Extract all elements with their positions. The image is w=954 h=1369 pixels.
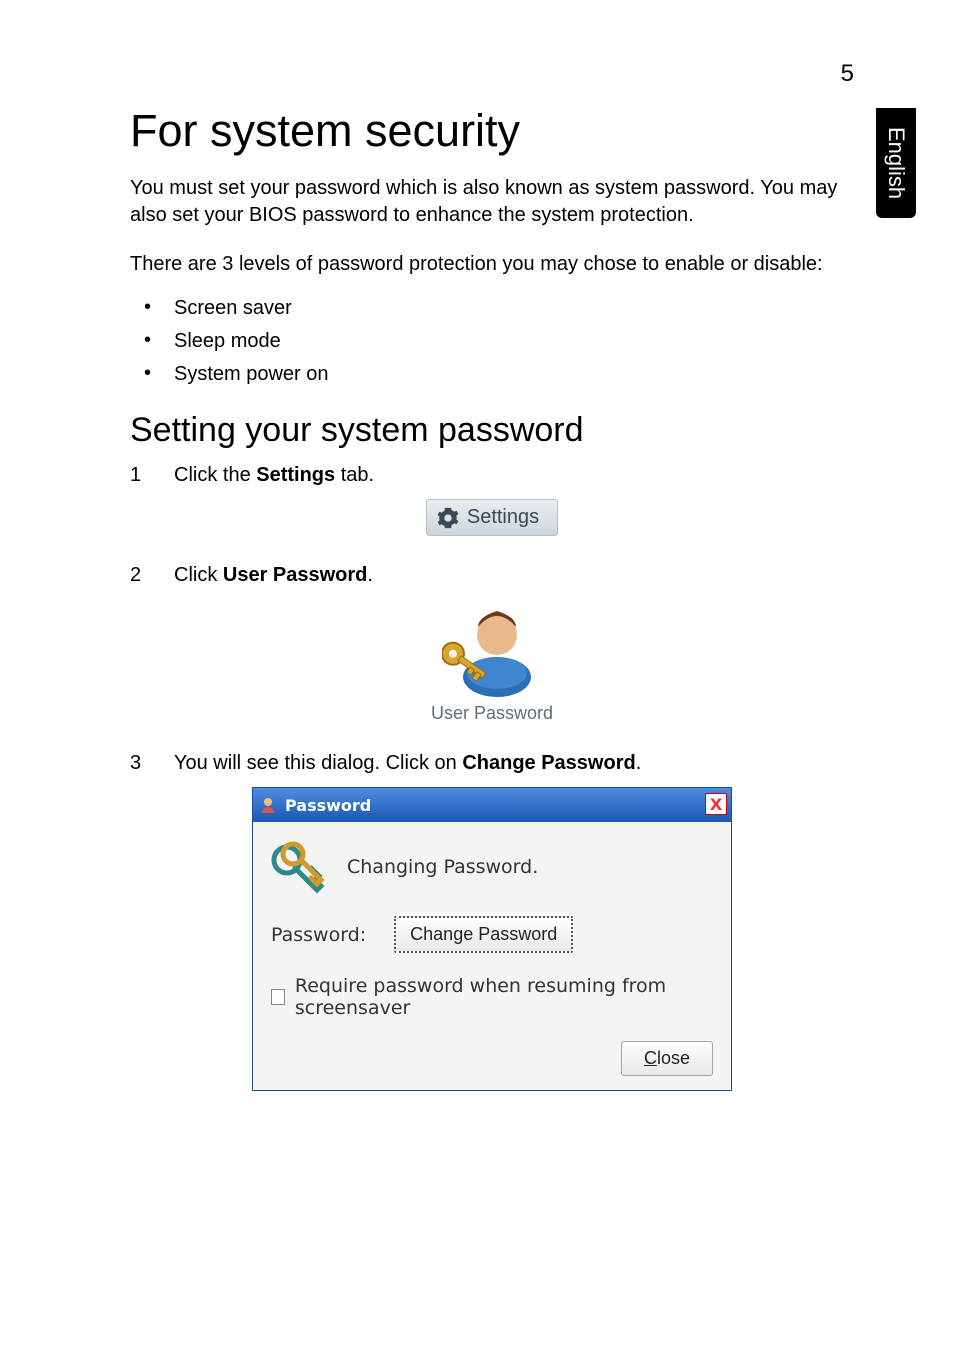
step-text: Click the Settings tab. bbox=[174, 464, 374, 487]
settings-label: Settings bbox=[467, 506, 539, 529]
password-label: Password: bbox=[271, 924, 366, 946]
user-password-label: User Password bbox=[431, 703, 553, 724]
bullet-item: Sleep mode bbox=[130, 325, 854, 358]
step-text: Click User Password. bbox=[174, 564, 373, 587]
close-icon[interactable]: X bbox=[705, 793, 727, 815]
step-text-bold: User Password bbox=[223, 564, 368, 586]
user-password-button[interactable]: User Password bbox=[431, 599, 553, 724]
step-text-pre: You will see this dialog. Click on bbox=[174, 752, 462, 774]
settings-tab[interactable]: Settings bbox=[426, 499, 558, 536]
step-text-post: . bbox=[636, 752, 642, 774]
language-tab: English bbox=[876, 108, 916, 218]
dialog-heading: Changing Password. bbox=[347, 856, 538, 878]
checkbox-label: Require password when resuming from scre… bbox=[295, 975, 713, 1019]
step-3: 3 You will see this dialog. Click on Cha… bbox=[130, 752, 854, 775]
dialog-titlebar[interactable]: Password X bbox=[253, 788, 731, 822]
step-number: 2 bbox=[130, 564, 174, 587]
require-password-checkbox[interactable] bbox=[271, 989, 285, 1005]
step-text-bold: Settings bbox=[256, 464, 335, 486]
intro-paragraph: You must set your password which is also… bbox=[130, 175, 854, 229]
heading-sub: Setting your system password bbox=[130, 411, 854, 450]
password-dialog: Password X Changing Password. Password: … bbox=[252, 787, 732, 1091]
bullet-item: System power on bbox=[130, 358, 854, 391]
close-button-mnemonic: C bbox=[644, 1048, 657, 1068]
step-text: You will see this dialog. Click on Chang… bbox=[174, 752, 641, 775]
keys-icon bbox=[271, 840, 325, 894]
step-text-bold: Change Password bbox=[462, 752, 635, 774]
close-button-rest: lose bbox=[657, 1048, 690, 1068]
step-text-post: tab. bbox=[335, 464, 374, 486]
gear-icon bbox=[437, 507, 459, 529]
step-number: 1 bbox=[130, 464, 174, 487]
page-number: 5 bbox=[841, 60, 854, 88]
user-key-icon bbox=[442, 599, 542, 699]
step-text-post: . bbox=[367, 564, 373, 586]
bullet-item: Screen saver bbox=[130, 292, 854, 325]
dialog-title: Password bbox=[285, 796, 371, 815]
close-button[interactable]: Close bbox=[621, 1041, 713, 1076]
step-1: 1 Click the Settings tab. bbox=[130, 464, 854, 487]
levels-paragraph: There are 3 levels of password protectio… bbox=[130, 251, 854, 278]
title-icon bbox=[259, 796, 277, 814]
heading-main: For system security bbox=[130, 105, 854, 157]
step-text-pre: Click the bbox=[174, 464, 256, 486]
step-2: 2 Click User Password. bbox=[130, 564, 854, 587]
bullet-list: Screen saver Sleep mode System power on bbox=[130, 292, 854, 391]
step-text-pre: Click bbox=[174, 564, 223, 586]
change-password-button[interactable]: Change Password bbox=[394, 916, 573, 953]
step-number: 3 bbox=[130, 752, 174, 775]
